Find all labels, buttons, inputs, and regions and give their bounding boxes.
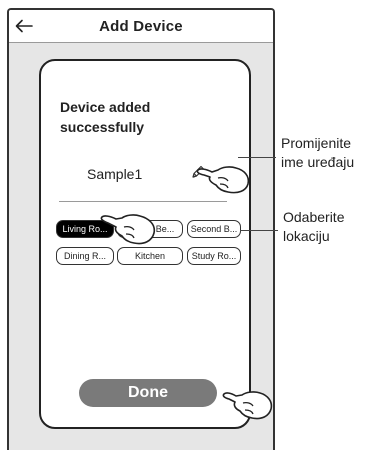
rename-annotation-line-1: Promijenite	[281, 135, 352, 151]
pointing-hand-icon	[222, 391, 273, 420]
page: Add Device Device added successfully Sam…	[0, 0, 365, 453]
page-title: Add Device	[99, 18, 183, 35]
room-chip-study-room[interactable]: Study Ro...	[187, 247, 241, 265]
success-line-2: successfully	[60, 119, 145, 135]
location-leader-line	[240, 230, 278, 231]
rename-annotation: Promijenite ime uređaju	[281, 134, 354, 172]
rename-leader-line	[238, 157, 276, 158]
rename-annotation-line-2: ime uređaju	[281, 154, 355, 170]
success-line-1: Device added	[60, 99, 151, 115]
top-bar: Add Device	[9, 10, 273, 43]
location-annotation-line-2: lokaciju	[283, 228, 330, 244]
room-chip-dining-room[interactable]: Dining R...	[56, 247, 114, 265]
room-chip-second-bedroom[interactable]: Second B...	[187, 220, 241, 238]
name-underline	[59, 201, 227, 202]
location-annotation-line-1: Odaberite	[283, 209, 345, 225]
pointing-hand-icon	[196, 166, 250, 194]
pointing-hand-icon	[100, 214, 156, 245]
done-button[interactable]: Done	[79, 379, 217, 407]
room-chip-kitchen[interactable]: Kitchen	[117, 247, 183, 265]
success-message: Device added successfully	[60, 97, 240, 137]
device-name-text: Sample1	[87, 166, 143, 182]
location-annotation: Odaberite lokaciju	[283, 208, 344, 246]
